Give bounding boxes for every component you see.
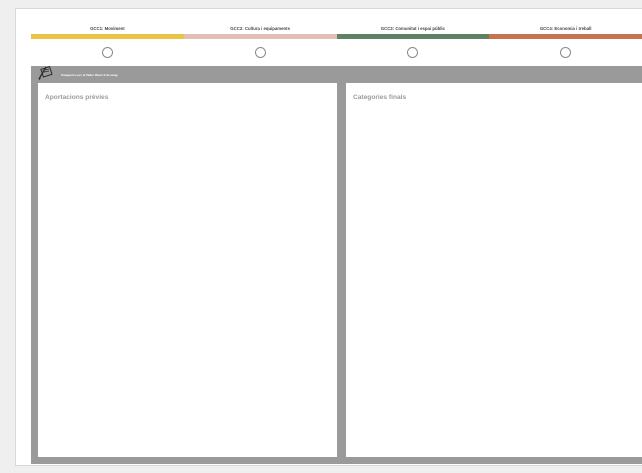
category-selectors bbox=[31, 47, 642, 61]
tab-gcc3-color-bar bbox=[336, 34, 490, 39]
radio-gcc1[interactable] bbox=[101, 47, 113, 58]
final-categories-title: Categories finals bbox=[353, 94, 407, 101]
tab-gcc1[interactable]: GCC1: Moviment bbox=[31, 24, 184, 44]
board-header: Categories per al Taller Obert 3 de maig bbox=[31, 66, 642, 83]
final-categories-panel[interactable]: Categories finals bbox=[346, 83, 642, 457]
tab-gcc3-label: GCC3: Comunitat i espai públic bbox=[380, 26, 445, 31]
selector-cell-gcc1 bbox=[31, 47, 184, 61]
category-tabs: GCC1: Moviment GCC2: Cultura i equipamen… bbox=[31, 24, 642, 44]
selector-cell-gcc4 bbox=[489, 47, 642, 61]
tab-gcc2[interactable]: GCC2: Cultura i equipaments bbox=[183, 24, 337, 44]
workshop-board: Categories per al Taller Obert 3 de maig… bbox=[31, 66, 642, 464]
previous-contributions-panel[interactable]: Aportacions prèvies bbox=[38, 83, 337, 457]
radio-gcc3[interactable] bbox=[407, 47, 419, 58]
tab-gcc1-color-bar bbox=[31, 34, 184, 39]
tab-gcc1-label: GCC1: Moviment bbox=[90, 26, 125, 31]
tab-gcc4[interactable]: GCC4: Economia i treball bbox=[489, 24, 642, 44]
tab-gcc4-label: GCC4: Economia i treball bbox=[539, 26, 592, 31]
tab-gcc3[interactable]: GCC3: Comunitat i espai públic bbox=[336, 24, 490, 44]
tab-gcc2-color-bar bbox=[183, 34, 337, 39]
selector-cell-gcc2 bbox=[184, 47, 337, 61]
radio-gcc4[interactable] bbox=[560, 47, 572, 58]
pen-icon bbox=[38, 66, 53, 81]
selector-cell-gcc3 bbox=[337, 47, 490, 61]
tab-gcc2-label: GCC2: Cultura i equipaments bbox=[230, 26, 290, 31]
radio-gcc2[interactable] bbox=[254, 47, 266, 58]
tab-gcc4-color-bar bbox=[489, 34, 642, 39]
board-caption: Categories per al Taller Obert 3 de maig bbox=[61, 73, 118, 77]
previous-contributions-title: Aportacions prèvies bbox=[45, 94, 109, 101]
